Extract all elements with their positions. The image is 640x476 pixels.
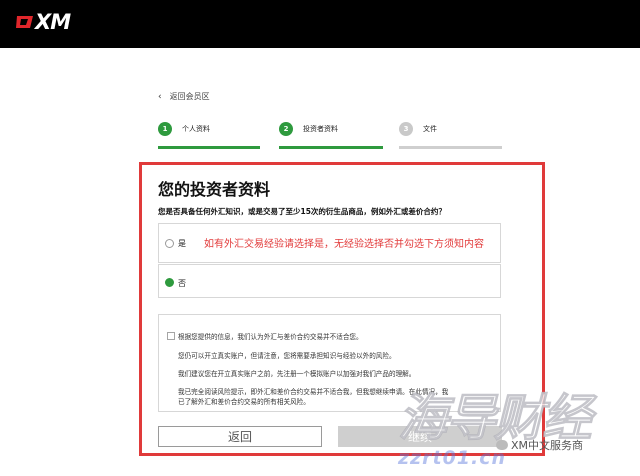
- disclaimer-line: 根据您提供的信息，我们认为外汇与差价合约交易并不适合您。: [178, 333, 363, 341]
- step-number: 1: [158, 122, 172, 136]
- xm-logo[interactable]: XM: [16, 10, 71, 34]
- step-progress-bar: [279, 146, 383, 149]
- experience-question: 您是否具备任何外汇知识，或是交易了至少15次的衍生品商品，例如外汇或差价合约？: [158, 207, 446, 216]
- watermark-caption: XM中文服务商: [496, 437, 583, 453]
- step-progress-bar: [399, 146, 502, 149]
- step-label: 文件: [423, 125, 437, 133]
- back-to-member-area-link[interactable]: ‹ 返回会员区: [158, 91, 210, 102]
- option-yes-label: 是: [178, 239, 186, 248]
- watermark-url: zzrt01.cn: [398, 447, 507, 469]
- brand-name: XM: [35, 10, 71, 34]
- top-bar: XM: [0, 0, 640, 48]
- xm-logo-icon: [16, 16, 33, 28]
- step-documents: 3 文件: [399, 119, 502, 151]
- step-number: 2: [279, 122, 293, 136]
- watermark-caption-text: XM中文服务商: [511, 439, 584, 452]
- step-personal-info: 1 个人资料: [158, 119, 260, 151]
- page-title: 您的投资者资料: [158, 180, 271, 199]
- disclaimer-line: 已了解外汇和差价合约交易的所有相关风险。: [178, 398, 310, 406]
- step-number: 3: [399, 122, 413, 136]
- back-button[interactable]: 返回: [158, 426, 322, 447]
- disclaimer-line: 我们建议您在开立真实账户之前，先注册一个模拟账户以加强对我们产品的理解。: [178, 370, 416, 378]
- chevron-left-icon: ‹: [158, 91, 162, 102]
- progress-steps: 1 个人资料 2 投资者资料 3 文件: [158, 119, 502, 151]
- step-label: 投资者资料: [303, 125, 338, 133]
- back-link-label: 返回会员区: [169, 92, 210, 101]
- radio-yes[interactable]: [165, 239, 174, 248]
- step-investor-profile: 2 投资者资料: [279, 119, 383, 151]
- annotation-note: 如有外汇交易经验请选择是，无经验选择否并勾选下方须知内容: [204, 239, 484, 250]
- step-progress-bar: [158, 146, 260, 149]
- option-no-label: 否: [178, 279, 186, 288]
- step-label: 个人资料: [182, 125, 210, 133]
- radio-no[interactable]: [165, 278, 174, 287]
- risk-acknowledge-checkbox[interactable]: [167, 332, 175, 340]
- option-no[interactable]: 否: [158, 264, 501, 298]
- disclaimer-line: 您仍可以开立真实账户，但请注意，您将需要承担知识与经验以外的风险。: [178, 352, 396, 360]
